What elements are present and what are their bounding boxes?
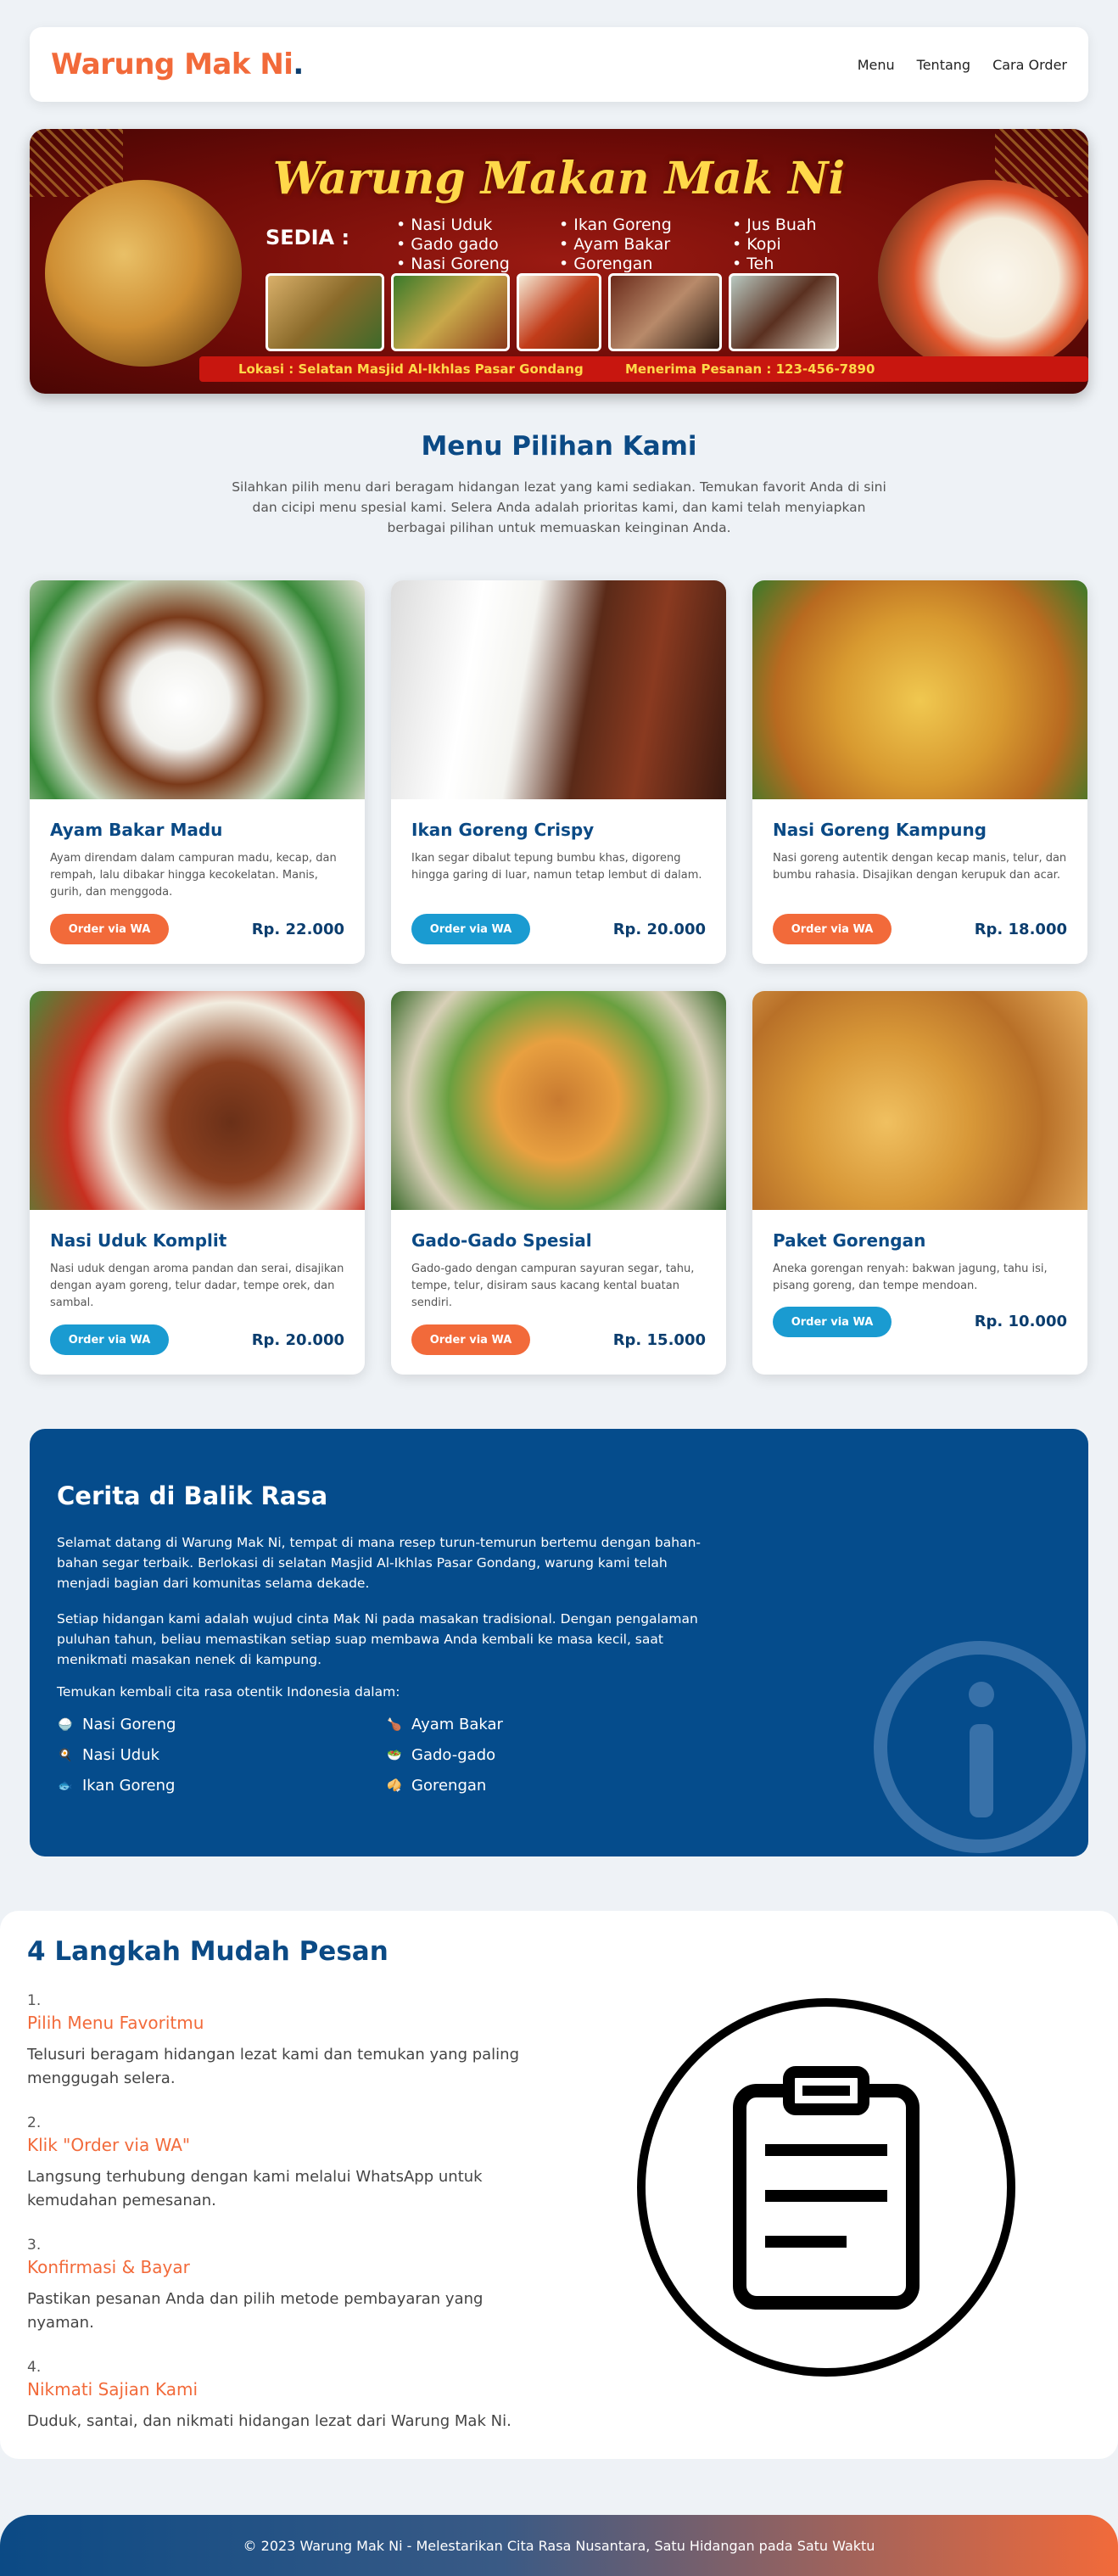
thumb-ayam-bakar xyxy=(729,273,839,351)
sedia-label: SEDIA : xyxy=(266,226,350,249)
food-image xyxy=(30,580,365,799)
step-title: Pilih Menu Favoritmu xyxy=(27,2013,204,2033)
banner-menu-col-3: Jus BuahKopiTeh xyxy=(732,216,816,274)
step-title: Klik "Order via WA" xyxy=(27,2135,191,2155)
menu-card-ayam-bakar-madu: Ayam Bakar Madu Ayam direndam dalam camp… xyxy=(30,580,365,964)
rice-icon: 🍚 xyxy=(58,1717,73,1732)
food-image xyxy=(391,580,726,799)
order-wa-button[interactable]: Order via WA xyxy=(411,1324,530,1355)
chicken-leg-icon: 🍗 xyxy=(387,1717,402,1732)
story-paragraph-2: Setiap hidangan kami adalah wujud cinta … xyxy=(57,1611,698,1667)
banner-location: Lokasi : Selatan Masjid Al-Ikhlas Pasar … xyxy=(238,361,584,377)
menu-card-nasi-uduk-komplit: Nasi Uduk Komplit Nasi uduk dengan aroma… xyxy=(30,991,365,1375)
step-number: 2. xyxy=(27,2114,42,2131)
order-wa-button[interactable]: Order via WA xyxy=(773,914,892,944)
main-nav: Menu Tentang Cara Order xyxy=(858,57,1067,73)
card-title: Nasi Goreng Kampung xyxy=(773,820,987,840)
card-description: Gado-gado dengan campuran sayuran segar,… xyxy=(411,1263,695,1309)
story-title: Cerita di Balik Rasa xyxy=(57,1481,328,1510)
menu-section-title: Menu Pilihan Kami xyxy=(421,431,697,462)
banner-menu-col-2: Ikan GorengAyam BakarGorengan xyxy=(559,216,672,274)
card-price: Rp. 22.000 xyxy=(251,921,344,938)
dish-item-nasi-uduk: 🍳 Nasi Uduk xyxy=(58,1746,160,1764)
menu-section-description: Silahkan pilih menu dari beragam hidanga… xyxy=(232,479,886,535)
card-price: Rp. 18.000 xyxy=(974,921,1067,938)
site-footer: © 2023 Warung Mak Ni - Melestarikan Cita… xyxy=(0,2515,1118,2576)
card-price: Rp. 20.000 xyxy=(251,1331,344,1349)
step-description: Telusuri beragam hidangan lezat kami dan… xyxy=(27,2046,520,2087)
card-title: Gado-Gado Spesial xyxy=(411,1230,592,1251)
thumb-nasi-goreng xyxy=(517,273,601,351)
order-wa-button[interactable]: Order via WA xyxy=(411,914,530,944)
footer-copyright: © 2023 Warung Mak Ni - Melestarikan Cita… xyxy=(243,2537,875,2554)
hero-banner: Warung Makan Mak Ni SEDIA : Nasi UdukGad… xyxy=(30,129,1088,394)
card-description: Aneka gorengan renyah: bakwan jagung, ta… xyxy=(773,1263,1048,1292)
site-logo[interactable]: Warung Mak Ni. xyxy=(51,48,304,81)
site-header: Warung Mak Ni. Menu Tentang Cara Order xyxy=(30,27,1088,102)
menu-card-gado-gado-spesial: Gado-Gado Spesial Gado-gado dengan campu… xyxy=(391,991,726,1375)
step-title: Konfirmasi & Bayar xyxy=(27,2257,190,2277)
story-paragraph-3: Temukan kembali cita rasa otentik Indone… xyxy=(57,1684,400,1700)
nav-link-tentang[interactable]: Tentang xyxy=(917,57,970,73)
info-icon-dot xyxy=(969,1682,994,1707)
thumb-gado-gado xyxy=(391,273,510,351)
order-steps-section: 4 Langkah Mudah Pesan 1. Pilih Menu Favo… xyxy=(0,1911,1118,2459)
banner-order-phone: Menerima Pesanan : 123-456-7890 xyxy=(625,361,875,377)
food-image xyxy=(752,991,1087,1210)
banner-title: Warung Makan Mak Ni xyxy=(272,153,846,204)
clipboard-icon xyxy=(637,1998,1015,2377)
menu-card-nasi-goreng-kampung: Nasi Goreng Kampung Nasi goreng autentik… xyxy=(752,580,1087,964)
card-price: Rp. 10.000 xyxy=(974,1313,1067,1330)
card-title: Ikan Goreng Crispy xyxy=(411,820,595,840)
step-number: 3. xyxy=(27,2237,42,2254)
banner-menu-col-1: Nasi UdukGado gadoNasi Goreng xyxy=(396,216,510,274)
dish-item-gado-gado: 🥗 Gado-gado xyxy=(387,1746,496,1764)
fried-egg-icon: 🍳 xyxy=(58,1748,73,1762)
card-description: Nasi goreng autentik dengan kecap manis,… xyxy=(773,852,1067,882)
card-title: Nasi Uduk Komplit xyxy=(50,1230,227,1251)
step-description: Langsung terhubung dengan kami melalui W… xyxy=(27,2168,483,2209)
fortune-cookie-icon: 🥠 xyxy=(387,1778,402,1793)
story-paragraph-1: Selamat datang di Warung Mak Ni, tempat … xyxy=(57,1535,701,1591)
step-number: 1. xyxy=(27,1992,42,2009)
fish-icon: 🐟 xyxy=(58,1778,73,1793)
thumb-nasi-uduk xyxy=(266,273,384,351)
card-description: Nasi uduk dengan aroma pandan dan serai,… xyxy=(50,1263,344,1309)
thumb-ikan-goreng xyxy=(608,273,722,351)
card-description: Ayam direndam dalam campuran madu, kecap… xyxy=(50,852,337,899)
dish-item-gorengan: 🥠 Gorengan xyxy=(387,1777,487,1795)
food-image xyxy=(30,991,365,1210)
step-title: Nikmati Sajian Kami xyxy=(27,2379,198,2400)
step-description: Duduk, santai, dan nikmati hidangan leza… xyxy=(27,2412,511,2430)
card-price: Rp. 15.000 xyxy=(612,1331,706,1349)
dish-item-nasi-goreng: 🍚 Nasi Goreng xyxy=(58,1716,176,1733)
rice-plate-image xyxy=(878,180,1088,375)
menu-card-paket-gorengan: Paket Gorengan Aneka gorengan renyah: ba… xyxy=(752,991,1087,1375)
menu-card-ikan-goreng-crispy: Ikan Goreng Crispy Ikan segar dibalut te… xyxy=(391,580,726,964)
step-number: 4. xyxy=(27,2359,42,2376)
step-description: Pastikan pesanan Anda dan pilih metode p… xyxy=(27,2290,484,2332)
nav-link-menu[interactable]: Menu xyxy=(858,57,895,73)
card-description: Ikan segar dibalut tepung bumbu khas, di… xyxy=(411,852,702,882)
nav-link-cara-order[interactable]: Cara Order xyxy=(992,57,1067,73)
food-image xyxy=(752,580,1087,799)
story-section: Cerita di Balik Rasa Selamat datang di W… xyxy=(30,1429,1088,1856)
order-wa-button[interactable]: Order via WA xyxy=(50,1324,169,1355)
card-title: Ayam Bakar Madu xyxy=(50,820,223,840)
order-wa-button[interactable]: Order via WA xyxy=(50,914,169,944)
card-title: Paket Gorengan xyxy=(773,1230,926,1251)
dish-item-ikan-goreng: 🐟 Ikan Goreng xyxy=(58,1777,176,1795)
info-icon-bar xyxy=(970,1724,993,1817)
card-price: Rp. 20.000 xyxy=(612,921,706,938)
dish-item-ayam-bakar: 🍗 Ayam Bakar xyxy=(387,1716,503,1733)
steps-title: 4 Langkah Mudah Pesan xyxy=(27,1936,389,1967)
salad-icon: 🥗 xyxy=(387,1748,402,1762)
gorengan-plate-image xyxy=(45,180,242,367)
food-image xyxy=(391,991,726,1210)
order-wa-button[interactable]: Order via WA xyxy=(773,1307,892,1337)
